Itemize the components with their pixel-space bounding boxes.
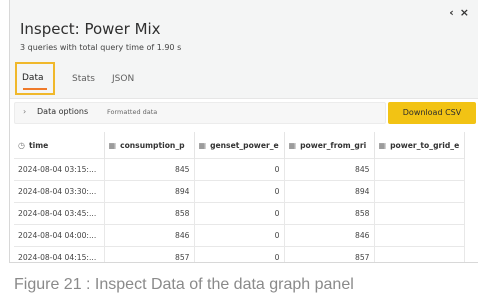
window-controls: ‹× [449,6,475,19]
column-header-genset-power[interactable]: ▦ genset_power_e [194,132,285,159]
table-row: 2024-08-04 03:15:... 845 0 845 [14,158,465,181]
tab-json-label: JSON [112,74,135,84]
cell-time: 2024-08-04 03:15:... [14,158,105,181]
cell-time: 2024-08-04 03:30:... [14,180,105,203]
column-label: consumption_p [120,140,185,150]
column-label: time [28,140,49,150]
cell-genset-power: 0 [194,224,285,247]
cell-genset-power: 0 [194,202,285,225]
column-header-power-to-grid[interactable]: ▦ power_to_grid_e [374,132,465,159]
cell-consumption: 858 [104,202,195,225]
cell-power-from-grid: 894 [284,180,375,203]
table-row: 2024-08-04 04:00:... 846 0 846 [14,224,465,247]
cell-power-from-grid: 845 [284,158,375,181]
data-table: ◷ time ▦ consumption_p ▦ genset_power_e ▦ po… [14,132,465,262]
column-header-time[interactable]: ◷ time [14,132,105,159]
data-options-hint: Formatted data [107,108,158,116]
cell-power-to-grid [374,246,465,262]
cell-consumption: 845 [104,158,195,181]
cell-power-to-grid [374,158,465,181]
panel-title: Inspect: Power Mix [20,20,161,38]
cell-power-from-grid: 857 [284,246,375,262]
table-row: 2024-08-04 04:15:... 857 0 857 [14,246,465,262]
table-row: 2024-08-04 03:45:... 858 0 858 [14,202,465,225]
column-label: genset_power_e [210,140,279,150]
column-header-power-from-grid[interactable]: ▦ power_from_gri [284,132,375,159]
data-options-row: › Data options Formatted data Download C… [10,100,478,126]
table-icon: ▦ [288,140,297,150]
table-icon: ▦ [378,140,387,150]
table-header-row: ◷ time ▦ consumption_p ▦ genset_power_e ▦ po… [14,132,465,159]
column-header-consumption[interactable]: ▦ consumption_p [104,132,195,159]
cell-power-to-grid [374,224,465,247]
cell-consumption: 894 [104,180,195,203]
query-summary: 3 queries with total query time of 1.90 … [20,43,182,52]
figure-caption: Figure 21 : Inspect Data of the data gra… [14,276,354,293]
data-options-label: Data options [37,107,89,116]
cell-genset-power: 0 [194,180,285,203]
cell-consumption: 846 [104,224,195,247]
cell-power-to-grid [374,180,465,203]
table-row: 2024-08-04 03:30:... 894 0 894 [14,180,465,203]
cell-time: 2024-08-04 04:15:... [14,246,105,262]
cell-time: 2024-08-04 03:45:... [14,202,105,225]
collapse-icon[interactable]: ‹ [449,6,460,19]
column-label: power_from_gri [300,140,367,150]
cell-genset-power: 0 [194,158,285,181]
tab-json[interactable]: JSON [107,62,139,96]
cell-power-to-grid [374,202,465,225]
cell-power-from-grid: 846 [284,224,375,247]
cell-consumption: 857 [104,246,195,262]
inspect-header: ‹× Inspect: Power Mix 3 queries with tot… [10,0,478,99]
data-options-toggle[interactable]: › Data options Formatted data [14,102,386,124]
inspect-panel: ‹× Inspect: Power Mix 3 queries with tot… [9,0,478,263]
table-icon: ▦ [198,140,207,150]
tab-data-label: Data [22,73,44,83]
tab-stats[interactable]: Stats [67,62,100,96]
cell-time: 2024-08-04 04:00:... [14,224,105,247]
download-csv-button[interactable]: Download CSV [388,102,476,124]
clock-icon: ◷ [18,140,25,150]
chevron-right-icon: › [23,107,27,116]
tab-stats-label: Stats [72,74,95,84]
cell-power-from-grid: 858 [284,202,375,225]
close-icon[interactable]: × [460,6,475,19]
column-label: power_to_grid_e [390,140,460,150]
table-icon: ▦ [108,140,117,150]
active-tab-underline [23,88,47,90]
cell-genset-power: 0 [194,246,285,262]
tab-data[interactable]: Data [15,62,55,95]
